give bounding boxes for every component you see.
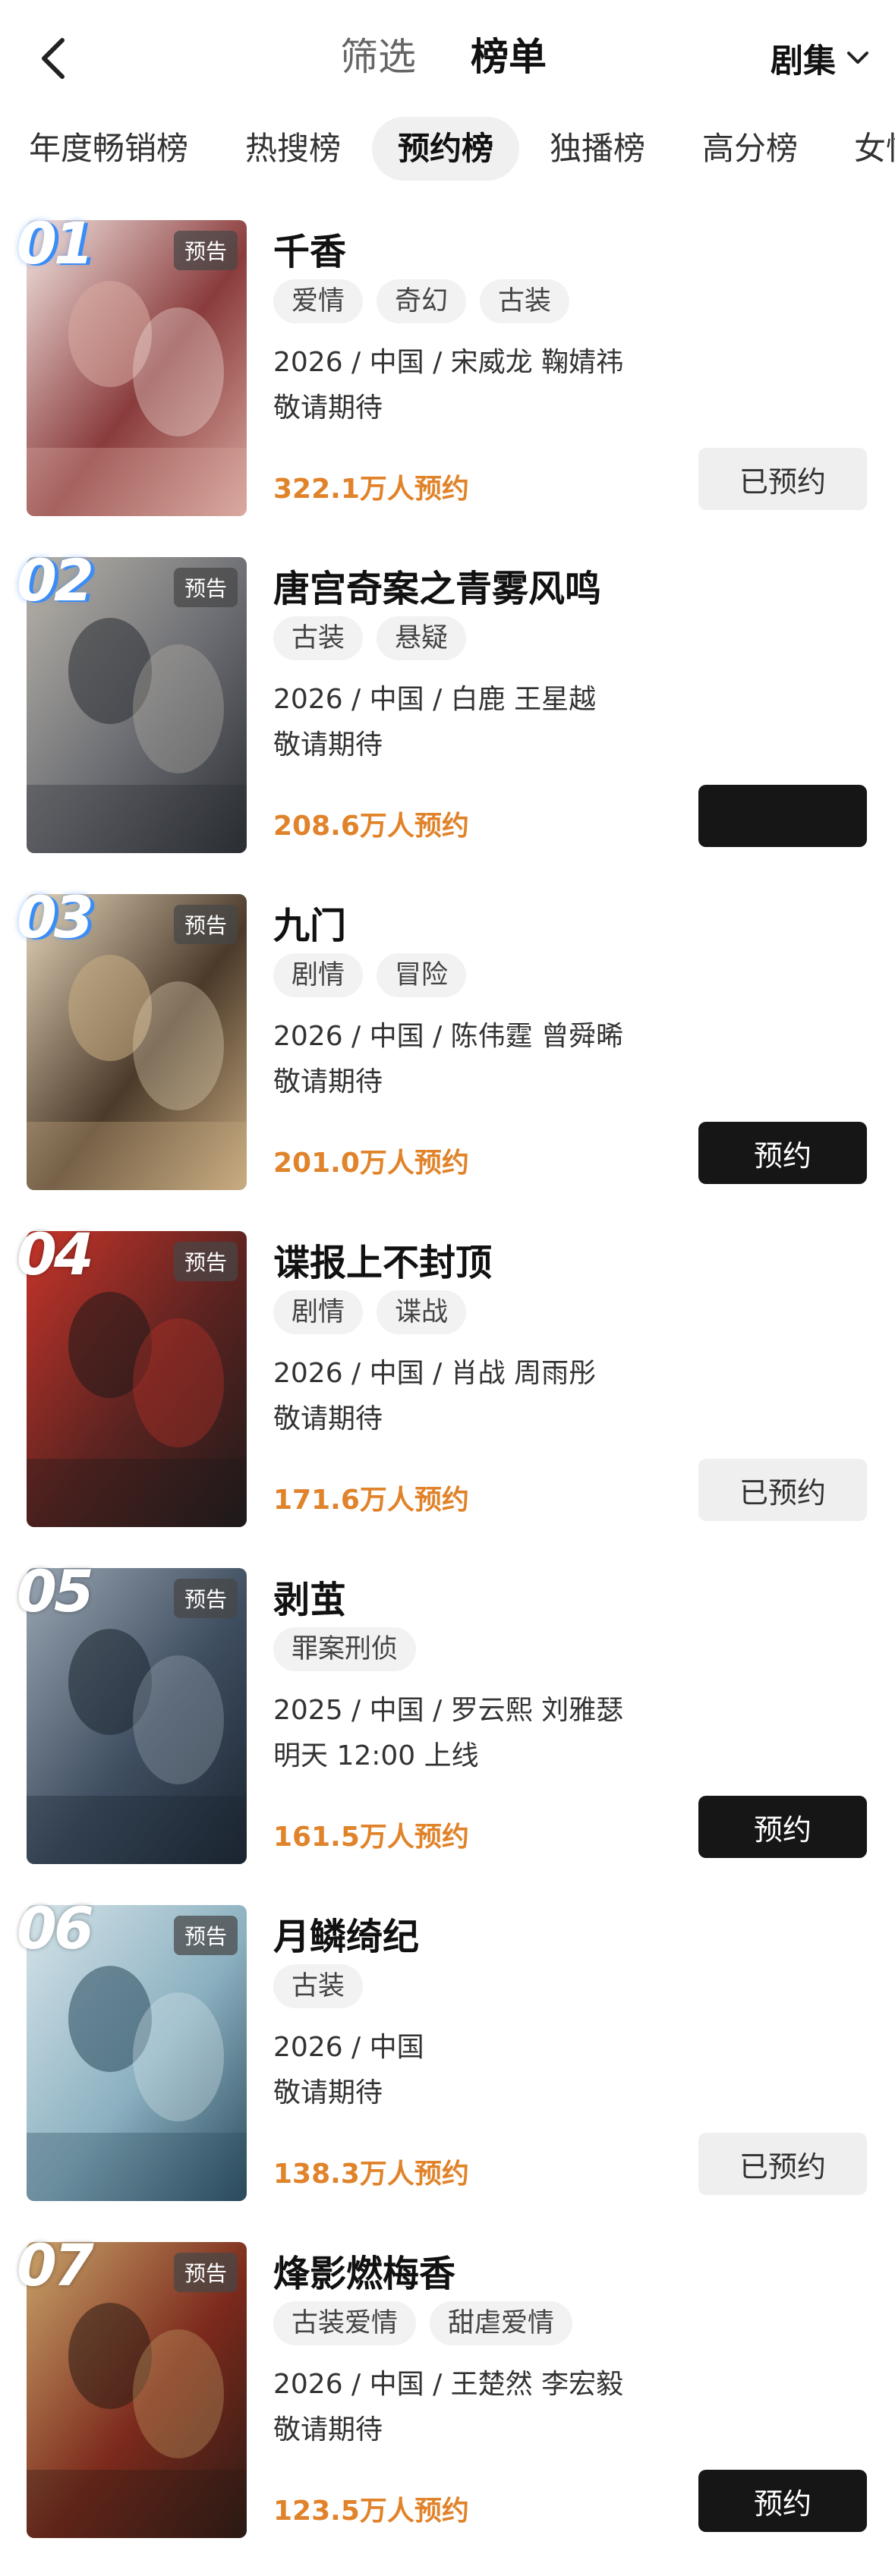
- show-meta: 2026 / 中国 / 王楚然 李宏毅: [273, 2369, 624, 2400]
- show-meta: 2026 / 中国 / 白鹿 王星越: [273, 684, 597, 715]
- ranking-list-item[interactable]: 预告 01 千香 爱情 奇幻 古装 2026 / 中国 / 宋威龙 鞠婧祎 敬请期待…: [0, 209, 895, 557]
- genre-tag[interactable]: 谍战: [377, 1290, 467, 1334]
- genre-tags: 古装 悬疑: [273, 616, 467, 660]
- release-status: 敬请期待: [273, 2077, 383, 2108]
- release-status: 明天 12:00 上线: [273, 1740, 479, 1771]
- reservation-count: 208.6万人预约: [273, 811, 469, 842]
- ranking-list-item[interactable]: 预告 05 剥茧 罪案刑侦 2025 / 中国 / 罗云熙 刘雅瑟 明天 12:…: [0, 1557, 895, 1905]
- genre-tag[interactable]: 古装: [273, 616, 364, 660]
- reservation-count: 322.1万人预约: [273, 474, 469, 505]
- reserve-button[interactable]: [698, 785, 867, 847]
- category-tab[interactable]: 热搜榜: [245, 117, 341, 181]
- category-tab[interactable]: 独播榜: [550, 117, 645, 181]
- top-nav-bar: 筛选 榜单 剧集: [0, 0, 895, 114]
- ranking-list-item[interactable]: 预告 02 唐宫奇案之青雾风鸣 古装 悬疑 2026 / 中国 / 白鹿 王星越 …: [0, 546, 895, 894]
- back-button[interactable]: [30, 32, 76, 85]
- reserve-button[interactable]: 已预约: [698, 448, 867, 510]
- trailer-badge: 预告: [173, 2253, 238, 2292]
- ranking-list-item[interactable]: 预告 03 九门 剧情 冒险 2026 / 中国 / 陈伟霆 曾舜晞 敬请期待 2…: [0, 883, 895, 1231]
- rank-number: 06: [17, 1894, 94, 1962]
- rank-number: 02: [17, 546, 94, 614]
- genre-tags: 爱情 奇幻 古装: [273, 279, 570, 323]
- genre-tag[interactable]: 冒险: [377, 953, 467, 997]
- filter-tab[interactable]: 筛选: [340, 30, 416, 83]
- reserve-button[interactable]: 预约: [698, 1796, 867, 1858]
- rank-number: 03: [17, 883, 94, 951]
- show-meta: 2026 / 中国: [273, 2032, 424, 2063]
- genre-tags: 罪案刑侦: [273, 1627, 417, 1671]
- category-tab[interactable]: 女性: [854, 117, 895, 181]
- chevron-left-icon: [42, 38, 65, 79]
- reserve-button[interactable]: 已预约: [698, 1459, 867, 1521]
- reservation-count: 201.0万人预约: [273, 1148, 469, 1179]
- ranking-tab[interactable]: 榜单: [471, 30, 547, 83]
- reservation-count: 171.6万人预约: [273, 1485, 469, 1516]
- genre-tag[interactable]: 剧情: [273, 1290, 364, 1334]
- ranking-list-item[interactable]: 预告 06 月鳞绮纪 古装 2026 / 中国 敬请期待 138.3万人预约 已…: [0, 1894, 895, 2242]
- chevron-down-icon: [847, 52, 868, 64]
- rank-number: 04: [17, 1220, 94, 1288]
- reserve-button[interactable]: 预约: [698, 2470, 867, 2532]
- ranking-category-tabs: 年度畅销榜热搜榜预约榜独播榜高分榜女性: [0, 114, 895, 190]
- rank-number: 05: [17, 1557, 94, 1625]
- content-type-dropdown[interactable]: 剧集: [771, 32, 869, 85]
- content-type-label: 剧集: [771, 43, 836, 80]
- rank-number: 07: [17, 2231, 94, 2299]
- genre-tag[interactable]: 古装: [273, 1964, 364, 2008]
- trailer-badge: 预告: [173, 231, 238, 270]
- category-tab[interactable]: 高分榜: [702, 117, 798, 181]
- ranking-list-item[interactable]: 预告 07 烽影燃梅香 古装爱情 甜虐爱情 2026 / 中国 / 王楚然 李宏毅…: [0, 2231, 895, 2576]
- category-tab[interactable]: 年度畅销榜: [29, 117, 188, 181]
- ranking-list-item[interactable]: 预告 04 谍报上不封顶 剧情 谍战 2026 / 中国 / 肖战 周雨彤 敬请期…: [0, 1220, 895, 1568]
- genre-tag[interactable]: 甜虐爱情: [430, 2301, 573, 2345]
- show-title[interactable]: 千香: [273, 222, 346, 275]
- show-meta: 2026 / 中国 / 肖战 周雨彤: [273, 1358, 597, 1389]
- ranking-list: 预告 01 千香 爱情 奇幻 古装 2026 / 中国 / 宋威龙 鞠婧祎 敬请期待…: [0, 209, 895, 2576]
- release-status: 敬请期待: [273, 1403, 383, 1434]
- show-title[interactable]: 九门: [273, 896, 346, 949]
- category-tab[interactable]: 预约榜: [372, 117, 520, 181]
- genre-tag[interactable]: 古装爱情: [273, 2301, 417, 2345]
- genre-tag[interactable]: 奇幻: [377, 279, 467, 323]
- release-status: 敬请期待: [273, 729, 383, 761]
- show-title[interactable]: 谍报上不封顶: [273, 1233, 492, 1286]
- release-status: 敬请期待: [273, 1066, 383, 1097]
- reserve-button[interactable]: 预约: [698, 1122, 867, 1184]
- reservation-count: 138.3万人预约: [273, 2159, 469, 2190]
- genre-tags: 剧情 冒险: [273, 953, 467, 997]
- show-title[interactable]: 剥茧: [273, 1570, 346, 1623]
- show-meta: 2026 / 中国 / 陈伟霆 曾舜晞: [273, 1021, 624, 1052]
- show-title[interactable]: 月鳞绮纪: [273, 1907, 419, 1960]
- trailer-badge: 预告: [173, 1242, 238, 1281]
- trailer-badge: 预告: [173, 1579, 238, 1618]
- genre-tag[interactable]: 悬疑: [377, 616, 467, 660]
- genre-tags: 剧情 谍战: [273, 1290, 467, 1334]
- genre-tags: 古装: [273, 1964, 364, 2008]
- show-meta: 2026 / 中国 / 宋威龙 鞠婧祎: [273, 347, 624, 378]
- trailer-badge: 预告: [173, 568, 238, 607]
- genre-tags: 古装爱情 甜虐爱情: [273, 2301, 573, 2345]
- show-title[interactable]: 唐宫奇案之青雾风鸣: [273, 559, 601, 612]
- trailer-badge: 预告: [173, 1916, 238, 1955]
- genre-tag[interactable]: 古装: [480, 279, 570, 323]
- reservation-count: 123.5万人预约: [273, 2496, 469, 2527]
- release-status: 敬请期待: [273, 392, 383, 424]
- release-status: 敬请期待: [273, 2414, 383, 2445]
- show-title[interactable]: 烽影燃梅香: [273, 2244, 455, 2297]
- genre-tag[interactable]: 爱情: [273, 279, 364, 323]
- trailer-badge: 预告: [173, 905, 238, 944]
- genre-tag[interactable]: 剧情: [273, 953, 364, 997]
- reserve-button[interactable]: 已预约: [698, 2133, 867, 2195]
- reservation-count: 161.5万人预约: [273, 1822, 469, 1853]
- show-meta: 2025 / 中国 / 罗云熙 刘雅瑟: [273, 1695, 624, 1726]
- rank-number: 01: [17, 209, 94, 277]
- genre-tag[interactable]: 罪案刑侦: [273, 1627, 417, 1671]
